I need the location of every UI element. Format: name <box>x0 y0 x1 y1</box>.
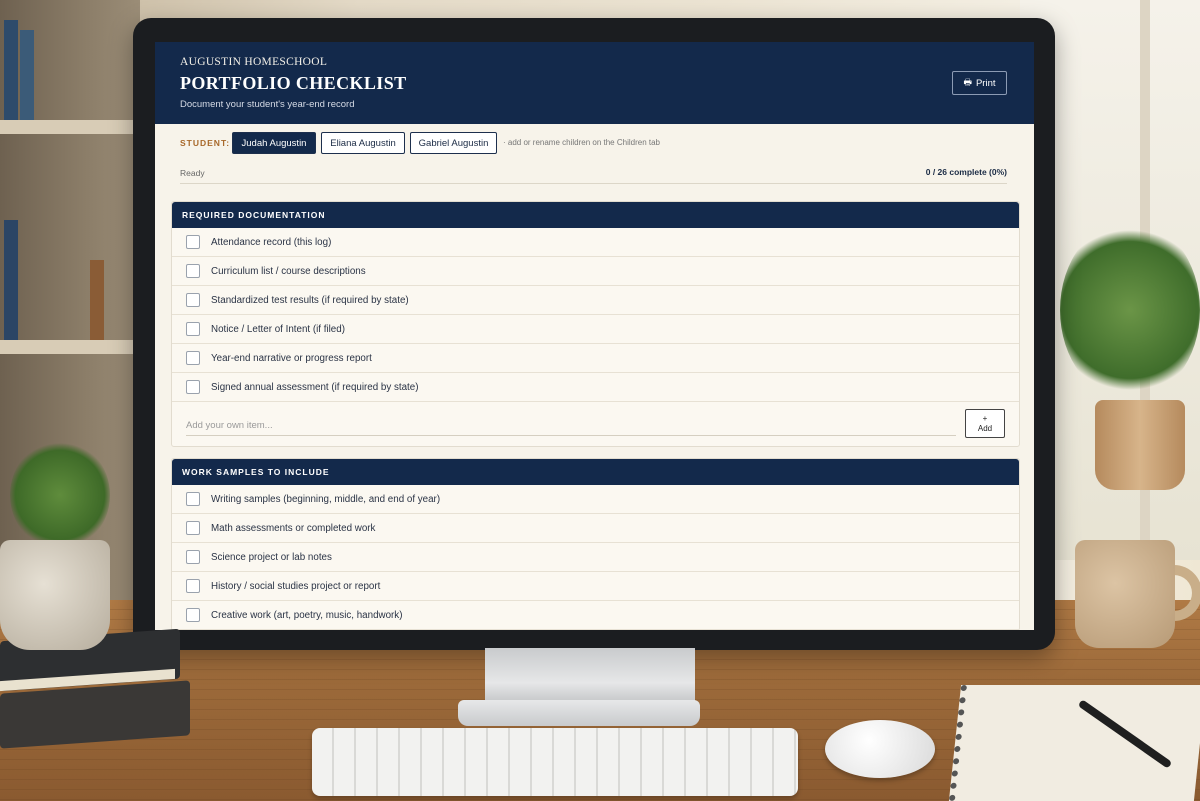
book <box>20 30 34 120</box>
monitor-stand <box>485 648 695 706</box>
student-tab-judah[interactable]: Judah Augustin <box>232 132 316 154</box>
checkbox[interactable] <box>186 293 200 307</box>
student-selector: STUDENT: Judah Augustin Eliana Augustin … <box>155 124 1034 184</box>
right-plant-pot <box>1095 400 1185 490</box>
shelf-board <box>0 340 140 354</box>
progress-count: 0 / 26 complete (0%) <box>925 167 1007 177</box>
checklist-item-label: History / social studies project or repo… <box>211 580 381 592</box>
section-work-samples: WORK SAMPLES TO INCLUDE Writing samples … <box>171 458 1020 630</box>
book <box>90 260 104 340</box>
status-text: Ready <box>180 168 205 178</box>
left-plant-pot <box>0 540 110 650</box>
checkbox[interactable] <box>186 235 200 249</box>
monitor-base <box>458 700 700 726</box>
checkbox[interactable] <box>186 264 200 278</box>
checklist-item-label: Year-end narrative or progress report <box>211 352 372 364</box>
student-tab-eliana[interactable]: Eliana Augustin <box>321 132 405 154</box>
app-screen: AUGUSTIN HOMESCHOOL PORTFOLIO CHECKLIST … <box>155 42 1034 630</box>
keyboard <box>312 728 798 796</box>
checkbox[interactable] <box>186 550 200 564</box>
checklist-item[interactable]: Attendance record (this log) <box>172 228 1019 257</box>
add-button-label: Add <box>977 423 993 433</box>
section-required-documentation: REQUIRED DOCUMENTATION Attendance record… <box>171 201 1020 447</box>
checkbox[interactable] <box>186 380 200 394</box>
checklist-item-label: Attendance record (this log) <box>211 236 332 248</box>
print-button[interactable]: 🖶 Print <box>952 71 1007 95</box>
plus-icon: + <box>982 413 988 423</box>
section-header: REQUIRED DOCUMENTATION <box>172 202 1019 228</box>
checklist-item[interactable]: Science project or lab notes <box>172 543 1019 572</box>
shelf-board <box>0 120 140 134</box>
printer-icon: 🖶 <box>963 77 972 87</box>
app-header: AUGUSTIN HOMESCHOOL PORTFOLIO CHECKLIST … <box>155 42 1034 124</box>
section-header: WORK SAMPLES TO INCLUDE <box>172 459 1019 485</box>
divider <box>180 183 1007 184</box>
checkbox[interactable] <box>186 521 200 535</box>
brand-name: AUGUSTIN HOMESCHOOL <box>180 56 328 68</box>
checkbox[interactable] <box>186 608 200 622</box>
checklist-item[interactable]: Year-end narrative or progress report <box>172 344 1019 373</box>
checklist-item-label: Curriculum list / course descriptions <box>211 265 366 277</box>
checklist-item[interactable]: Writing samples (beginning, middle, and … <box>172 485 1019 514</box>
checklist-item-label: Signed annual assessment (if required by… <box>211 381 419 393</box>
checkbox[interactable] <box>186 579 200 593</box>
checklist-item[interactable]: Math assessments or completed work <box>172 514 1019 543</box>
print-button-label: Print <box>975 77 996 89</box>
book <box>4 20 18 120</box>
book <box>4 220 18 340</box>
add-item-button[interactable]: + Add <box>965 409 1005 438</box>
checklist-item-label: Notice / Letter of Intent (if filed) <box>211 323 345 335</box>
right-plant-leaves <box>1060 220 1200 400</box>
book-bottom <box>0 680 190 749</box>
add-item-input[interactable] <box>186 416 956 436</box>
checklist-item-label: Math assessments or completed work <box>211 522 376 534</box>
checklist-item-label: Science project or lab notes <box>211 551 332 563</box>
checklist-item[interactable]: Curriculum list / course descriptions <box>172 257 1019 286</box>
checklist-item[interactable]: History / social studies project or repo… <box>172 572 1019 601</box>
checklist-item-label: Standardized test results (if required b… <box>211 294 409 306</box>
checklist-item[interactable]: Standardized test results (if required b… <box>172 286 1019 315</box>
student-tab-gabriel[interactable]: Gabriel Augustin <box>410 132 497 154</box>
checklist-item-label: Writing samples (beginning, middle, and … <box>211 493 441 505</box>
computer-mouse <box>825 720 935 778</box>
student-hint: · add or rename children on the Children… <box>503 138 660 147</box>
page-title: PORTFOLIO CHECKLIST <box>180 73 407 93</box>
checkbox[interactable] <box>186 492 200 506</box>
add-item-row: + Add <box>172 402 1019 446</box>
checklist-item-label: Creative work (art, poetry, music, handw… <box>211 609 403 621</box>
checklist-item[interactable]: Creative work (art, poetry, music, handw… <box>172 601 1019 630</box>
checkbox[interactable] <box>186 322 200 336</box>
stacked-books <box>0 628 190 765</box>
notebook <box>948 685 1200 801</box>
checkbox[interactable] <box>186 351 200 365</box>
coffee-mug <box>1075 540 1175 648</box>
checklist-item[interactable]: Signed annual assessment (if required by… <box>172 373 1019 402</box>
page-subtitle: Document your student's year-end record <box>180 99 355 110</box>
checklist-item[interactable]: Notice / Letter of Intent (if filed) <box>172 315 1019 344</box>
student-label: STUDENT: <box>180 138 231 148</box>
left-plant-leaves <box>10 440 110 550</box>
